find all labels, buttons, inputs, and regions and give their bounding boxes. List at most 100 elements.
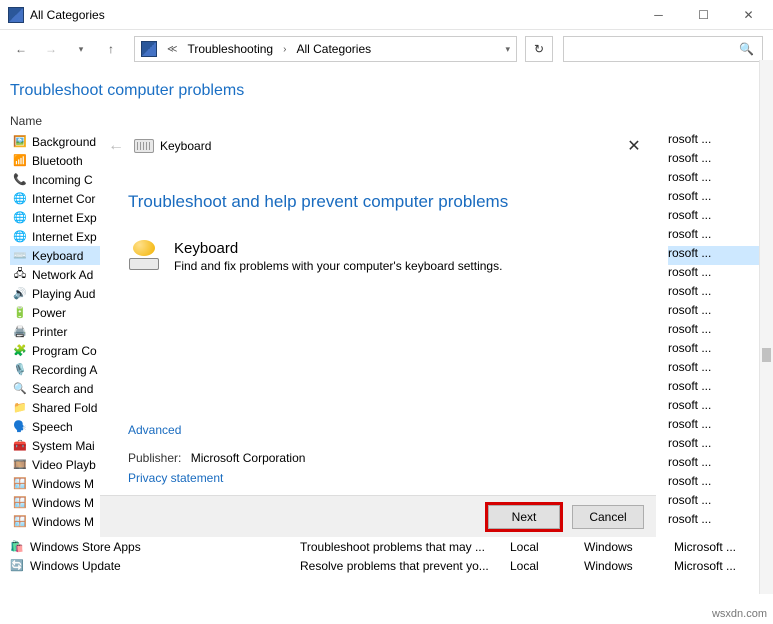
list-item[interactable]: 🌐Internet Exp bbox=[10, 208, 105, 227]
list-item[interactable]: 🗣️Speech bbox=[10, 417, 105, 436]
item-icon: 🌐 bbox=[12, 229, 28, 245]
next-button[interactable]: Next bbox=[488, 505, 560, 529]
cell-publisher: Microsoft ... bbox=[674, 559, 763, 573]
list-item[interactable]: ⌨️ Keyboard bbox=[10, 246, 105, 265]
minimize-button[interactable]: ─ bbox=[636, 0, 681, 30]
scrollbar[interactable] bbox=[759, 60, 773, 594]
item-label: Printer bbox=[32, 325, 67, 339]
publisher-cell: rosoft ... bbox=[668, 360, 763, 379]
item-label: Shared Fold bbox=[32, 401, 97, 415]
list-item[interactable]: 🪟Windows M bbox=[10, 474, 105, 493]
item-icon: 🛍️ bbox=[10, 539, 26, 555]
list-item[interactable]: 🔊Playing Aud bbox=[10, 284, 105, 303]
item-label: System Mai bbox=[32, 439, 95, 453]
list-item[interactable]: 🖨️ Printer bbox=[10, 322, 105, 341]
close-button[interactable]: ✕ bbox=[726, 0, 771, 30]
search-icon: 🔍 bbox=[739, 42, 754, 56]
wizard-item-title: Keyboard bbox=[174, 240, 502, 257]
list-item[interactable]: 🔍Search and bbox=[10, 379, 105, 398]
item-label: Windows M bbox=[32, 515, 94, 529]
list-item[interactable]: 🖼️Background bbox=[10, 132, 105, 151]
list-item[interactable]: 🖧Network Ad bbox=[10, 265, 105, 284]
nav-back-button[interactable]: ← bbox=[8, 36, 34, 62]
advanced-link[interactable]: Advanced bbox=[100, 423, 656, 437]
troubleshooter-wizard: ← Keyboard ✕ Troubleshoot and help preve… bbox=[100, 132, 656, 537]
wizard-close-button[interactable]: ✕ bbox=[620, 136, 648, 156]
wizard-header: ← Keyboard ✕ bbox=[100, 132, 656, 160]
item-label: Recording A bbox=[32, 363, 97, 377]
publisher-cell: rosoft ... bbox=[668, 398, 763, 417]
cell-category: Windows bbox=[584, 559, 674, 573]
cell-name: Windows Update bbox=[30, 559, 121, 573]
publisher-cell: rosoft ... bbox=[668, 170, 763, 189]
table-row[interactable]: 🛍️Windows Store AppsTroubleshoot problem… bbox=[10, 537, 763, 556]
item-label: Internet Cor bbox=[32, 192, 95, 206]
cell-name: Windows Store Apps bbox=[30, 540, 141, 554]
list-item[interactable]: 🔋Power bbox=[10, 303, 105, 322]
list-item[interactable]: 📞Incoming C bbox=[10, 170, 105, 189]
publisher-cell: rosoft ... bbox=[668, 265, 763, 284]
publisher-cell: rosoft ... bbox=[668, 512, 763, 531]
wizard-item-desc: Find and fix problems with your computer… bbox=[174, 259, 502, 273]
maximize-button[interactable]: ☐ bbox=[681, 0, 726, 30]
list-item[interactable]: 🪟 Windows M bbox=[10, 512, 105, 531]
publisher-cell: rosoft ... bbox=[668, 436, 763, 455]
list-item[interactable]: 🧰 System Mai bbox=[10, 436, 105, 455]
nav-recent-dropdown[interactable]: ▾ bbox=[68, 36, 94, 62]
search-input[interactable]: 🔍 bbox=[563, 36, 763, 62]
item-icon: 🎞️ bbox=[12, 457, 28, 473]
item-icon: 🧰 bbox=[12, 438, 28, 454]
publisher-column: rosoft ...rosoft ...rosoft ...rosoft ...… bbox=[668, 132, 763, 531]
publisher-cell: rosoft ... bbox=[668, 379, 763, 398]
list-item[interactable]: 🌐 Internet Cor bbox=[10, 189, 105, 208]
publisher-cell: rosoft ... bbox=[668, 208, 763, 227]
publisher-cell: rosoft ... bbox=[668, 474, 763, 493]
privacy-link[interactable]: Privacy statement bbox=[100, 469, 656, 495]
nav-up-button[interactable]: ↑ bbox=[98, 36, 124, 62]
item-icon: 📁 bbox=[12, 400, 28, 416]
item-label: Background bbox=[32, 135, 96, 149]
item-label: Program Co bbox=[32, 344, 97, 358]
address-dropdown-icon[interactable]: ▾ bbox=[505, 44, 510, 55]
page-title: Troubleshoot computer problems bbox=[0, 68, 773, 110]
publisher-cell: rosoft ... bbox=[668, 341, 763, 360]
refresh-button[interactable]: ↻ bbox=[525, 36, 553, 62]
item-icon: 🪟 bbox=[12, 514, 28, 530]
wizard-button-bar: Next Cancel bbox=[100, 495, 656, 537]
wizard-heading: Troubleshoot and help prevent computer p… bbox=[100, 160, 656, 222]
item-icon: ⌨️ bbox=[12, 248, 28, 264]
address-icon bbox=[141, 41, 157, 57]
list-item[interactable]: 📶Bluetooth bbox=[10, 151, 105, 170]
cell-category: Windows bbox=[584, 540, 674, 554]
item-icon: 🔄 bbox=[10, 558, 26, 574]
publisher-cell: rosoft ... bbox=[668, 417, 763, 436]
scrollbar-thumb[interactable] bbox=[762, 348, 771, 362]
item-label: Windows M bbox=[32, 477, 94, 491]
list-item[interactable]: 🧩Program Co bbox=[10, 341, 105, 360]
item-icon: 🌐 bbox=[12, 191, 28, 207]
list-item[interactable]: 🌐 Internet Exp bbox=[10, 227, 105, 246]
keyboard-large-icon bbox=[128, 240, 160, 272]
breadcrumb-item[interactable]: Troubleshooting bbox=[187, 42, 273, 56]
cancel-button[interactable]: Cancel bbox=[572, 505, 644, 529]
publisher-cell: rosoft ... bbox=[668, 455, 763, 474]
window-controls: ─ ☐ ✕ bbox=[636, 0, 771, 30]
list-item[interactable]: 🪟Windows M bbox=[10, 493, 105, 512]
table-row[interactable]: 🔄Windows UpdateResolve problems that pre… bbox=[10, 556, 763, 575]
breadcrumb-item[interactable]: All Categories bbox=[296, 42, 371, 56]
item-icon: 🔊 bbox=[12, 286, 28, 302]
item-label: Video Playb bbox=[32, 458, 96, 472]
list-item[interactable]: 📁 Shared Fold bbox=[10, 398, 105, 417]
list-item[interactable]: 🎞️ Video Playb bbox=[10, 455, 105, 474]
column-header-name[interactable]: Name bbox=[10, 114, 300, 128]
troubleshooter-list: 🖼️Background📶Bluetooth📞Incoming C🌐Intern… bbox=[10, 132, 105, 531]
item-label: Internet Exp bbox=[32, 230, 97, 244]
list-item[interactable]: 🎙️Recording A bbox=[10, 360, 105, 379]
item-label: Keyboard bbox=[32, 249, 83, 263]
column-headers: Name bbox=[0, 110, 773, 132]
publisher-cell: rosoft ... bbox=[668, 189, 763, 208]
publisher-cell: rosoft ... bbox=[668, 132, 763, 151]
address-bar[interactable]: ≪ Troubleshooting › All Categories ▾ bbox=[134, 36, 517, 62]
item-icon: 🖨️ bbox=[12, 324, 28, 340]
item-icon: 🔋 bbox=[12, 305, 28, 321]
